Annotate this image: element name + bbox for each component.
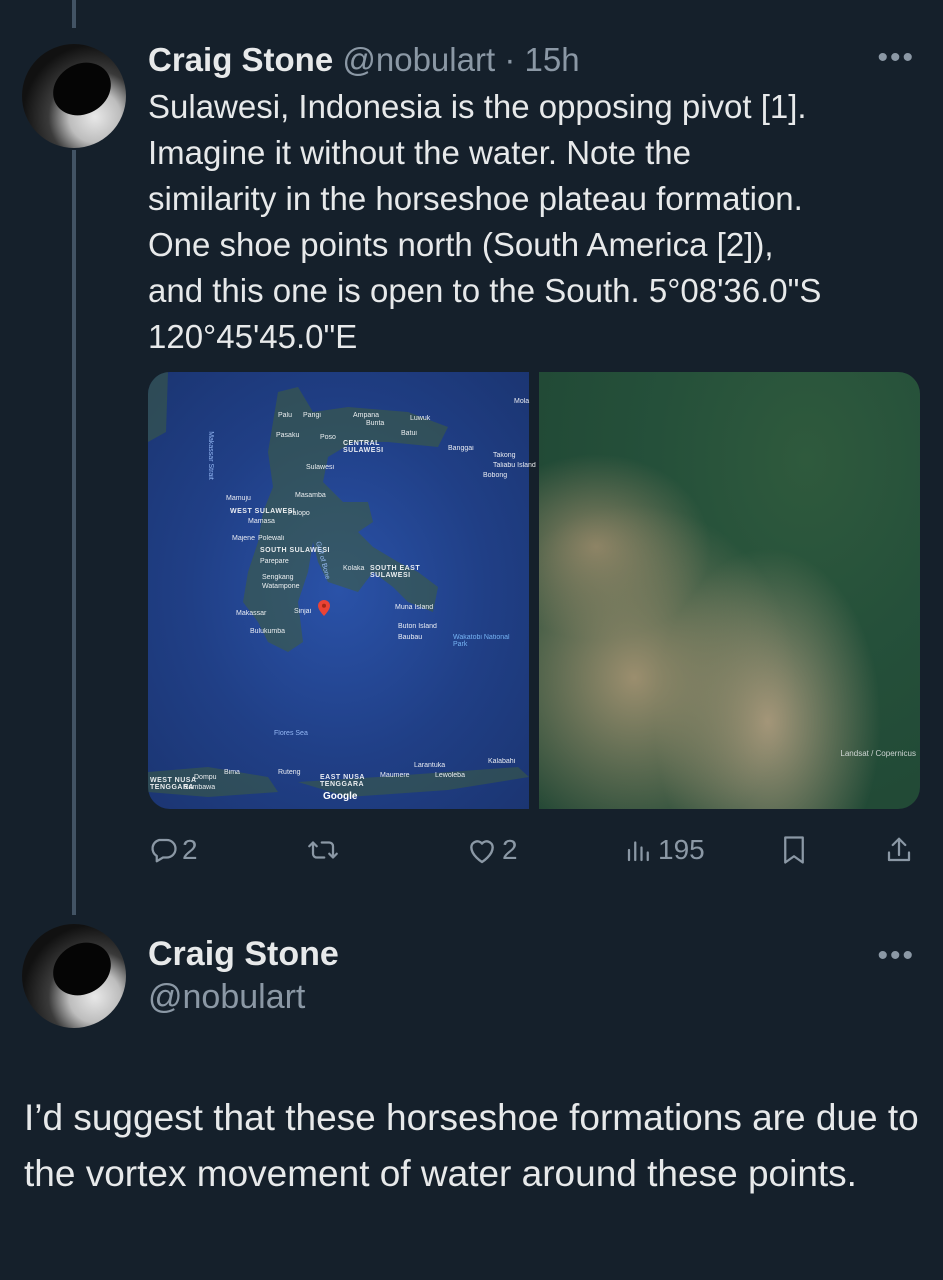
map-label: Buton Island [398, 623, 437, 630]
map-label: Baubau [398, 634, 423, 641]
map-label: Mamasa [248, 518, 275, 525]
views-button[interactable]: 195 [624, 830, 705, 870]
map-label: Sulawesi [306, 464, 335, 471]
map-label: Banggai [448, 445, 474, 452]
map-label: Luwuk [410, 415, 431, 422]
map-label: Maumere [380, 772, 410, 779]
more-horizontal-icon[interactable]: ••• [877, 43, 915, 73]
thread-line [72, 150, 76, 915]
map-label: Ruteng [278, 769, 301, 776]
tweet-text: I’d suggest that these horseshoe formati… [24, 1097, 919, 1194]
map-label: Ampana [353, 412, 380, 419]
map-label: Sengkang [262, 574, 294, 581]
map-label: Kalabahi [488, 758, 516, 765]
separator: · [504, 41, 516, 78]
satellite-attribution: Landsat / Copernicus [840, 749, 916, 758]
author-handle[interactable]: @nobulart [148, 978, 305, 1017]
map-label: CENTRAL SULAWESI [343, 440, 384, 454]
map-label: Bobong [483, 472, 508, 479]
map-label: Mamuju [226, 495, 251, 502]
more-horizontal-icon[interactable]: ••• [877, 941, 915, 971]
map-label: Taliabu Island [493, 462, 536, 469]
map-label: Parigi [303, 412, 321, 419]
media-grid: Palu Parigi Ampana Luwuk Banggai Taliabu… [148, 372, 920, 809]
bookmark-button[interactable] [780, 830, 808, 870]
map-label: Makassar Strait [206, 431, 214, 480]
map-label: WEST SULAWESI [230, 508, 296, 515]
map-label: Mola [514, 398, 530, 405]
map-label: Takong [493, 452, 516, 459]
map-label: Dompu [194, 774, 217, 781]
satellite-image[interactable]: Landsat / Copernicus [539, 372, 920, 809]
avatar[interactable] [22, 924, 126, 1028]
like-button[interactable]: 2 [466, 830, 518, 870]
action-bar: 2 2 195 [148, 830, 920, 870]
sulawesi-landmass-shape [148, 372, 529, 797]
tweet-header: Craig Stone @nobulart · 15h [148, 40, 580, 80]
map-label: Palopo [288, 510, 310, 517]
author-handle[interactable]: @nobulart [342, 41, 495, 78]
views-count: 195 [658, 834, 705, 865]
like-icon [470, 840, 494, 864]
map-label: Batui [401, 430, 417, 437]
reply-button[interactable]: 2 [148, 830, 198, 870]
map-label: Polewali [258, 535, 285, 542]
map-label: Pasaku [276, 432, 300, 439]
map-attribution: Google [323, 791, 358, 802]
share-button[interactable] [884, 830, 914, 870]
tweet-text: Sulawesi, Indonesia is the opposing pivo… [148, 88, 822, 355]
map-label: Larantuka [414, 762, 446, 769]
reply-count: 2 [182, 834, 198, 865]
map-label: Palu [278, 412, 293, 419]
avatar[interactable] [22, 44, 126, 148]
map-label: Bulukumba [250, 628, 286, 635]
map-label: Lewoleba [435, 772, 465, 779]
map-label: Flores Sea [274, 730, 308, 737]
map-label: EAST NUSA TENGGARA [320, 774, 365, 788]
map-label: Makassar [236, 610, 267, 617]
author-name[interactable]: Craig Stone [148, 935, 339, 974]
map-label: Watampone [262, 583, 300, 590]
map-label: Bima [224, 769, 240, 776]
views-icon [627, 841, 649, 862]
map-label: Majene [232, 535, 255, 542]
map-label: Sinjai [294, 608, 312, 615]
map-label: Parepare [260, 558, 289, 565]
retweet-icon [308, 841, 338, 859]
map-label: Bunta [366, 420, 385, 427]
map-label: Muna Island [395, 604, 434, 611]
map-label: Masamba [295, 492, 326, 499]
thread-line-top [72, 0, 76, 28]
reply-icon [151, 838, 177, 863]
map-label: Sumbawa [184, 784, 216, 791]
map-label: Kolaka [343, 565, 365, 572]
share-icon [887, 837, 911, 862]
map-image[interactable]: Palu Parigi Ampana Luwuk Banggai Taliabu… [148, 372, 536, 809]
map-label: Wakatobi National Park [453, 634, 510, 648]
like-count: 2 [502, 834, 518, 865]
timestamp[interactable]: 15h [524, 41, 579, 78]
media-divider [529, 372, 539, 809]
bookmark-icon [784, 836, 804, 864]
map-pin-icon [318, 600, 330, 616]
retweet-button[interactable] [306, 830, 340, 870]
map-label: Poso [320, 434, 336, 441]
map-label: SOUTH EAST SULAWESI [370, 565, 421, 579]
author-name[interactable]: Craig Stone [148, 41, 333, 78]
